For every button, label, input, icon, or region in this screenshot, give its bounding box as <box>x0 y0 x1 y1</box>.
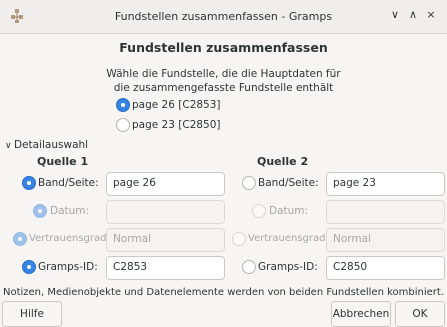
minimize-button[interactable]: ∨ <box>388 8 402 21</box>
help-button[interactable]: Hilfe <box>2 301 62 327</box>
source2-gramps-label[interactable]: Gramps-ID: <box>258 261 318 273</box>
footer-note: Notizen, Medienobjekte und Datenelemente… <box>2 287 444 298</box>
source1-vertrauen-field: Normal <box>106 228 225 252</box>
title-bar: Fundstellen zusammenfassen - Gramps ∨ ∧ … <box>0 0 447 34</box>
source2-gramps-radio[interactable] <box>242 260 256 274</box>
cancel-button[interactable]: Abbrechen <box>331 301 391 327</box>
main-choice-radio-page26[interactable] <box>116 98 130 112</box>
source1-title: Quelle 1 <box>37 155 89 168</box>
source2-vertrauen-field: Normal <box>326 228 445 252</box>
source1-datum-radio <box>33 204 47 218</box>
main-choice-radio-page23[interactable] <box>116 118 130 132</box>
instruction-line-1: Wähle die Fundstelle, die die Hauptdaten… <box>106 68 341 80</box>
source1-datum-field <box>106 200 225 224</box>
source1-band-field[interactable]: page 26 <box>106 172 225 196</box>
source2-band-label[interactable]: Band/Seite: <box>258 177 319 189</box>
source1-gramps-label[interactable]: Gramps-ID: <box>38 261 98 273</box>
chevron-down-icon: ∨ <box>5 141 12 151</box>
source2-title: Quelle 2 <box>257 155 309 168</box>
main-choice-label-page26[interactable]: page 26 [C2853] <box>132 99 221 111</box>
dialog-heading: Fundstellen zusammenfassen <box>119 40 328 55</box>
source2-datum-label: Datum: <box>269 205 309 217</box>
details-expander[interactable]: ∨ Detailauswahl <box>5 138 88 151</box>
source1-gramps-radio[interactable] <box>22 260 36 274</box>
source2-band-radio[interactable] <box>242 176 256 190</box>
source1-band-radio[interactable] <box>22 176 36 190</box>
instruction-line-2: die zusammengefasste Fundstelle enthält <box>113 82 334 94</box>
source2-gramps-field[interactable]: C2850 <box>326 256 445 280</box>
close-button[interactable]: × <box>424 8 438 21</box>
source1-datum-label: Datum: <box>50 205 90 217</box>
source1-vertrauen-label: Vertrauensgrad: <box>29 233 110 244</box>
ok-button[interactable]: OK <box>395 301 445 327</box>
window-title: Fundstellen zusammenfassen - Gramps <box>114 10 333 23</box>
source2-vertrauen-radio <box>232 232 246 246</box>
main-choice-label-page23[interactable]: page 23 [C2850] <box>132 119 221 131</box>
source1-band-label[interactable]: Band/Seite: <box>38 177 99 189</box>
source2-band-field[interactable]: page 23 <box>326 172 445 196</box>
source2-vertrauen-label: Vertrauensgrad: <box>248 233 329 244</box>
source2-datum-field <box>326 200 445 224</box>
details-expander-label: Detailauswahl <box>14 139 89 151</box>
source2-datum-radio <box>252 204 266 218</box>
source1-vertrauen-radio <box>13 232 27 246</box>
source1-gramps-field[interactable]: C2853 <box>106 256 225 280</box>
maximize-button[interactable]: ∧ <box>406 8 420 21</box>
